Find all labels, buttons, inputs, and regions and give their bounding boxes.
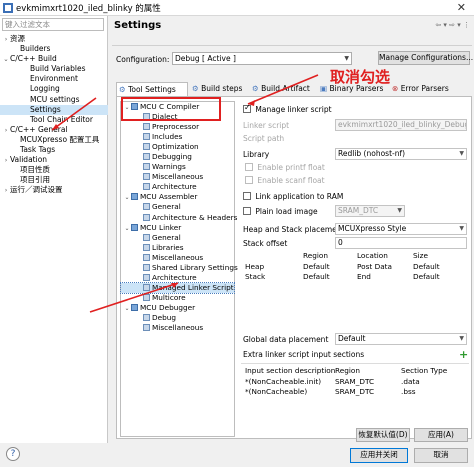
cancel-button[interactable]: 取消	[414, 448, 468, 463]
annotation-arrows	[51, 74, 319, 313]
help-icon[interactable]: ?	[6, 447, 20, 461]
restore-defaults-button[interactable]: 恢复默认值(D)	[356, 428, 410, 442]
apply-button[interactable]: 应用(A)	[414, 428, 468, 442]
apply-and-close-button[interactable]: 应用并关闭	[350, 448, 408, 463]
annotation-arrow	[89, 282, 179, 313]
annotation-arrow	[51, 97, 97, 131]
annotation-arrow	[247, 74, 319, 105]
